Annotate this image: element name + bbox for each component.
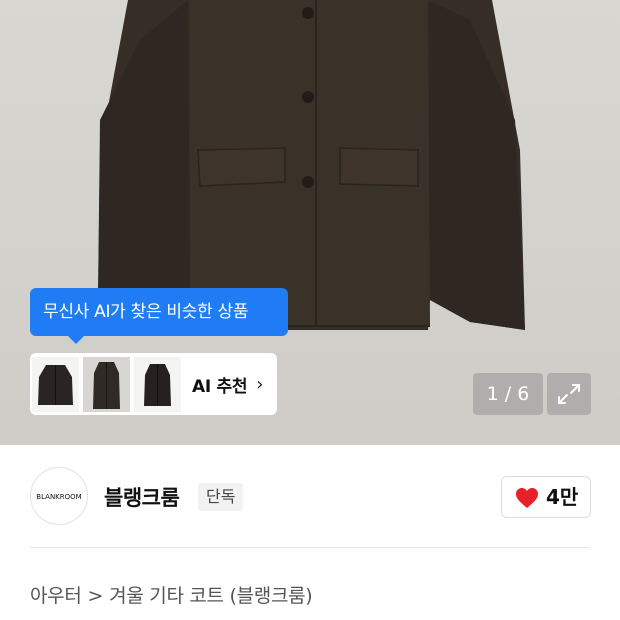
breadcrumb-category[interactable]: 아우터 [30,585,82,607]
product-image-viewer[interactable]: 무신사 AI가 찾은 비슷한 상품 AI 추천 › 1 / 6 [0,0,620,445]
image-counter: 1 / 6 [473,373,543,415]
recommend-thumbnail[interactable] [83,356,130,412]
coat-thumbnail-icon [144,363,171,406]
breadcrumb-product[interactable]: 겨울 기타 코트 (블랭크룸) [109,585,313,607]
like-button[interactable]: 4만 [501,476,591,518]
chevron-right-icon: › [256,373,264,395]
coat-button [302,7,314,19]
brand-logo[interactable]: BLANKROOM [30,467,88,525]
expand-button[interactable] [547,373,591,415]
ai-recommend-card[interactable]: AI 추천 › [30,353,277,415]
exclusive-badge: 단독 [198,483,244,511]
coat-thumbnail-icon [93,361,120,409]
recommend-thumbnail[interactable] [134,356,181,412]
brand-name[interactable]: 블랭크룸 [104,482,180,512]
expand-icon [558,384,580,404]
ai-recommend-label: AI 추천 [192,376,248,397]
like-count: 4만 [546,485,579,509]
heart-icon [516,488,538,508]
coat-thumbnail-icon [38,364,73,405]
recommend-thumbnail[interactable] [32,356,79,412]
breadcrumb: 아우터 > 겨울 기타 코트 (블랭크룸) [30,581,313,608]
divider [30,547,590,548]
breadcrumb-separator: > [87,585,104,607]
ai-similar-tooltip[interactable]: 무신사 AI가 찾은 비슷한 상품 [30,288,288,344]
